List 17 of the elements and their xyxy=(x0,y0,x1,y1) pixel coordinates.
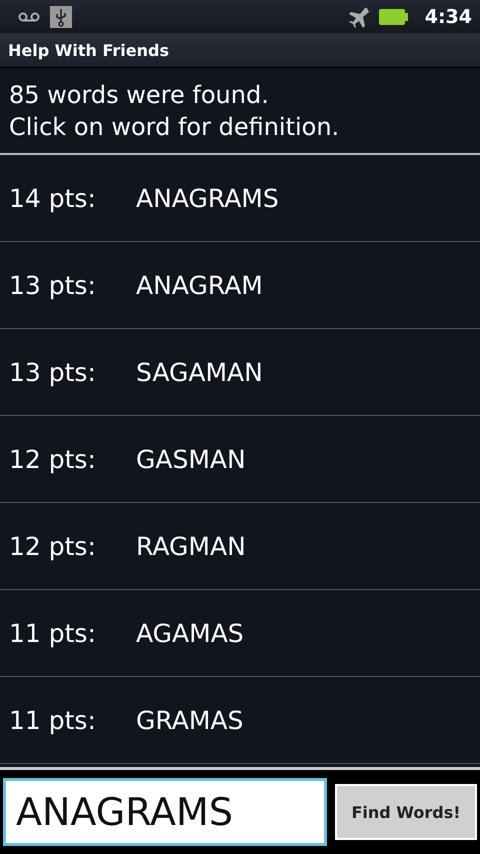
result-message: 85 words were found. xyxy=(9,80,270,111)
word-row[interactable]: 13 pts: SAGAMAN xyxy=(0,329,480,416)
word-row[interactable]: 11 pts: GRAMAS xyxy=(0,677,480,764)
battery-icon xyxy=(378,8,409,26)
word-row[interactable]: 13 pts: ANAGRAM xyxy=(0,242,480,329)
result-message: Click on word for definition. xyxy=(9,112,340,143)
window-title: Help With Friends xyxy=(8,40,169,60)
word-row[interactable]: 11 pts: AGAMAS xyxy=(0,590,480,677)
word-row[interactable]: 12 pts: GASMAN xyxy=(0,416,480,503)
airplane-icon xyxy=(346,6,369,28)
usb-icon xyxy=(50,6,72,28)
word-row[interactable]: 12 pts: RAGMAN xyxy=(0,503,480,590)
word-row[interactable]: 14 pts: ANAGRAMS xyxy=(0,155,480,242)
clock-time: 4:34 xyxy=(424,6,472,28)
voicemail-icon xyxy=(18,10,40,22)
word-input-field[interactable]: ANAGRAMS xyxy=(3,778,327,846)
find-words-button[interactable]: Find Words! xyxy=(335,784,477,840)
